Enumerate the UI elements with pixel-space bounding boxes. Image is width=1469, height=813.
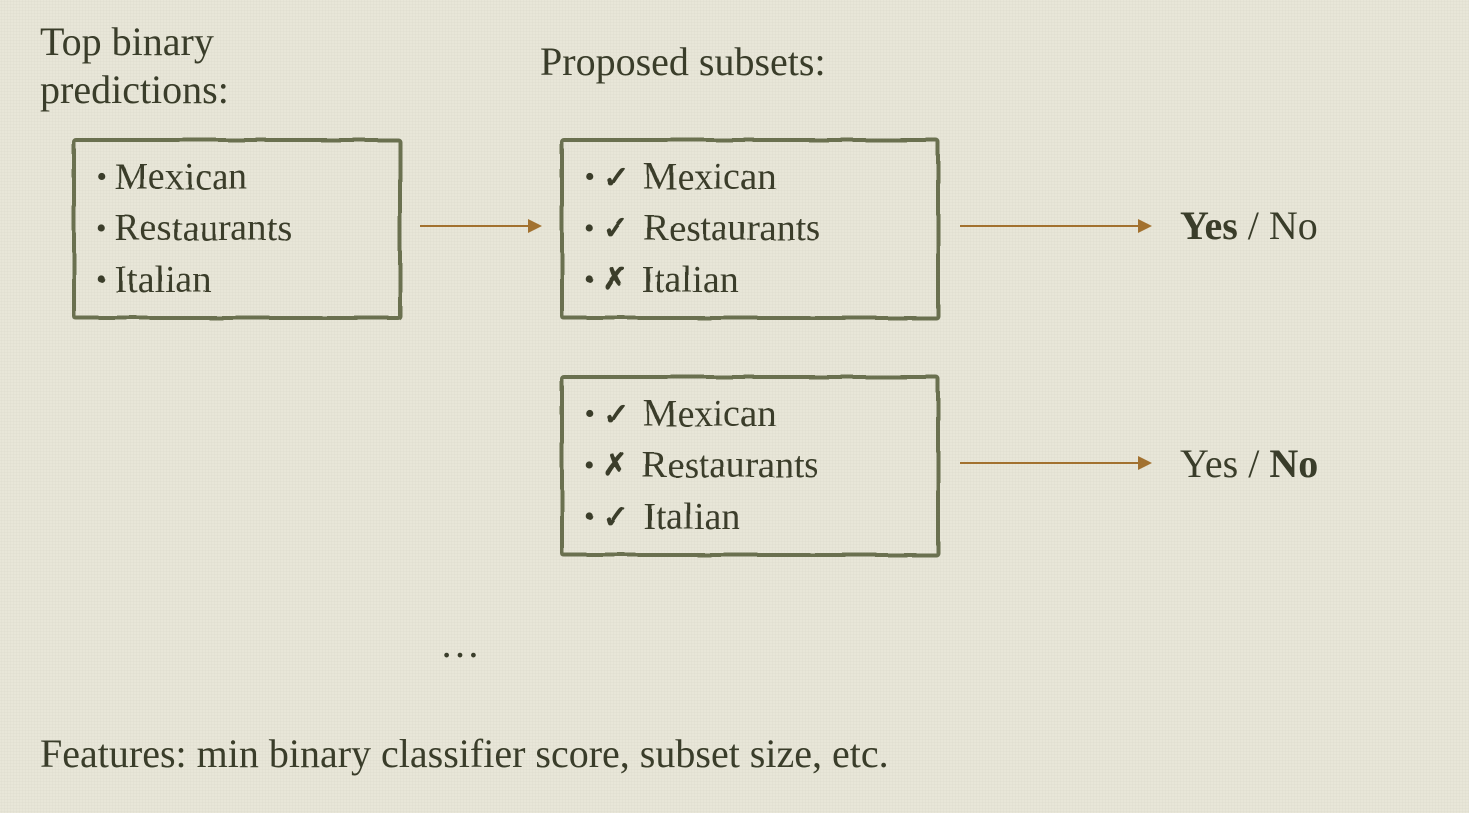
- subset-label: Mexican: [643, 389, 776, 440]
- list-item: •✓ Restaurants: [584, 203, 916, 254]
- decision-no: No: [1269, 203, 1318, 248]
- bullet-icon: •: [584, 260, 595, 301]
- ellipsis: …: [440, 620, 480, 667]
- bullet-icon: •: [584, 497, 595, 538]
- heading-top-binary: Top binary predictions:: [40, 18, 229, 114]
- subset-label: Italian: [643, 492, 740, 543]
- decision-yes: Yes: [1180, 441, 1238, 486]
- prediction-label: Italian: [115, 255, 212, 306]
- decision-2: Yes / No: [1180, 440, 1318, 487]
- footer-text: Features: min binary classifier score, s…: [40, 730, 889, 777]
- list-item: •✓ Mexican: [584, 152, 916, 203]
- list-item: •✗ Restaurants: [584, 440, 916, 491]
- check-icon: ✓: [603, 393, 630, 436]
- heading-proposed-subsets: Proposed subsets:: [540, 38, 826, 86]
- box-subset-1: •✓Mexican •✓Restaurants •✗Italian: [560, 138, 940, 320]
- arrow-icon: [960, 225, 1150, 227]
- decision-1: Yes / No: [1180, 202, 1318, 249]
- list-item: •Mexican: [96, 152, 378, 203]
- box-predictions: •Mexican •Restaurants •Italian: [72, 138, 402, 320]
- list-item: •✓ Italian: [584, 492, 916, 543]
- check-icon: ✓: [603, 156, 630, 199]
- check-icon: ✓: [603, 496, 630, 539]
- bullet-icon: •: [96, 209, 107, 250]
- decision-separator: /: [1238, 203, 1269, 248]
- arrow-icon: [960, 462, 1150, 464]
- bullet-icon: •: [584, 394, 595, 435]
- cross-icon: ✗: [603, 260, 628, 301]
- bullet-icon: •: [584, 157, 595, 198]
- cross-icon: ✗: [603, 446, 628, 487]
- bullet-icon: •: [96, 157, 107, 198]
- check-icon: ✓: [603, 207, 630, 250]
- subset-label: Mexican: [643, 152, 776, 203]
- heading-left-line2: predictions:: [40, 66, 229, 114]
- decision-separator: /: [1238, 441, 1269, 486]
- heading-left-line1: Top binary: [40, 18, 229, 66]
- bullet-icon: •: [584, 446, 595, 487]
- arrow-icon: [420, 225, 540, 227]
- list-item: •✗ Italian: [584, 255, 916, 306]
- list-item: •✓ Mexican: [584, 389, 916, 440]
- list-item: •Restaurants: [96, 203, 378, 254]
- prediction-label: Restaurants: [115, 203, 292, 254]
- subset-label: Restaurants: [643, 203, 820, 254]
- prediction-label: Mexican: [115, 152, 248, 203]
- decision-yes: Yes: [1180, 203, 1238, 248]
- decision-no: No: [1269, 441, 1318, 486]
- bullet-icon: •: [96, 260, 107, 301]
- subset-label: Restaurants: [642, 440, 819, 491]
- subset-label: Italian: [642, 255, 739, 306]
- bullet-icon: •: [584, 209, 595, 250]
- box-subset-2: •✓Mexican •✗Restaurants •✓Italian: [560, 375, 940, 557]
- list-item: •Italian: [96, 255, 378, 306]
